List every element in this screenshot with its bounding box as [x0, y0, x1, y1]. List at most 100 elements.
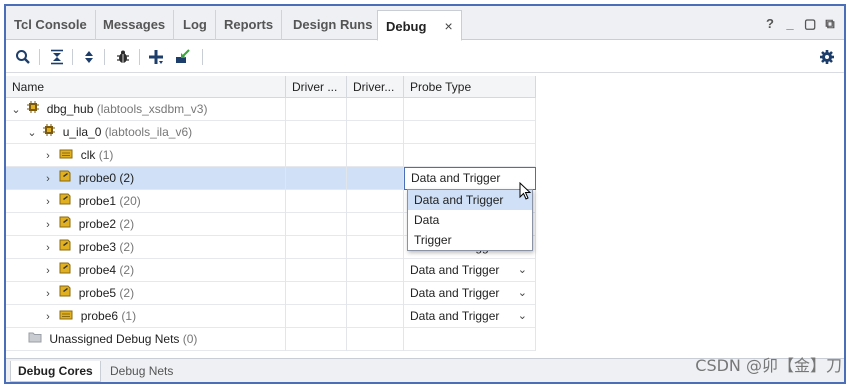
- probe-type-cell: [404, 98, 536, 121]
- expand-all-icon[interactable]: [78, 46, 100, 68]
- row-label: dbg_hub: [46, 102, 94, 116]
- row-label: probe0: [78, 171, 117, 185]
- row-detail: (2): [119, 217, 135, 231]
- debug-bug-icon[interactable]: [112, 46, 134, 68]
- tab-label: Design Runs: [293, 17, 373, 32]
- folder-icon: [28, 328, 42, 351]
- col-name[interactable]: Name: [6, 76, 286, 98]
- toolbar-separator: [104, 49, 105, 65]
- tab-tcl-console[interactable]: Tcl Console: [6, 10, 96, 40]
- table-row[interactable]: Unassigned Debug Nets (0): [6, 328, 536, 351]
- table-header: Name Driver ... Driver... Probe Type: [6, 76, 536, 98]
- tab-design-runs[interactable]: Design Runs: [285, 10, 382, 40]
- tab-messages[interactable]: Messages: [95, 10, 175, 40]
- tab-label: Reports: [224, 17, 274, 32]
- row-detail: (0): [182, 332, 198, 346]
- toolbar-separator: [139, 49, 140, 65]
- chevron-down-icon[interactable]: ⌄: [518, 282, 527, 305]
- toolbar: [6, 41, 844, 73]
- chevron-right-icon[interactable]: ›: [42, 306, 54, 328]
- table-row[interactable]: ⌄ dbg_hub (labtools_xsdbm_v3): [6, 98, 536, 121]
- float-icon[interactable]: ⧉: [824, 16, 836, 32]
- table-row[interactable]: ⌄ u_ila_0 (labtools_ila_v6): [6, 121, 536, 144]
- toolbar-separator: [72, 49, 73, 65]
- option-trigger[interactable]: Trigger: [408, 230, 532, 250]
- option-data-and-trigger[interactable]: Data and Trigger: [408, 190, 532, 210]
- probe-type-cell: [404, 328, 536, 351]
- row-label: probe1: [78, 194, 117, 208]
- chevron-down-icon[interactable]: ⌄: [10, 99, 22, 121]
- tab-label: Log: [183, 17, 207, 32]
- row-label: Unassigned Debug Nets: [49, 332, 180, 346]
- probe-icon: [59, 213, 71, 236]
- toolbar-separator: [39, 49, 40, 65]
- row-detail: (1): [98, 148, 114, 162]
- row-label: probe6: [80, 309, 119, 323]
- row-detail: (labtools_ila_v6): [104, 125, 193, 139]
- tab-debug[interactable]: Debug ×: [377, 10, 462, 41]
- tab-bar: Tcl Console Messages Log Reports Design …: [6, 6, 844, 41]
- add-icon[interactable]: [145, 46, 167, 68]
- probe-icon: [59, 190, 71, 213]
- chip-icon: [43, 121, 56, 144]
- probe-type-value: Data and Trigger: [410, 286, 500, 300]
- combobox-value: Data and Trigger: [411, 171, 501, 185]
- row-detail: (labtools_xsdbm_v3): [96, 102, 208, 116]
- tab-debug-cores[interactable]: Debug Cores: [10, 361, 101, 382]
- net-icon: [59, 144, 73, 167]
- chevron-down-icon[interactable]: ⌄: [26, 122, 38, 144]
- chevron-down-icon[interactable]: ⌄: [518, 305, 527, 328]
- row-detail: (2): [119, 286, 135, 300]
- table-row[interactable]: › probe5 (2) Data and Trigger ⌄: [6, 282, 536, 305]
- col-driver-2[interactable]: Driver...: [347, 76, 404, 98]
- row-detail: (2): [119, 171, 135, 185]
- row-detail: (2): [119, 240, 135, 254]
- tab-label: Debug: [386, 19, 427, 34]
- close-icon[interactable]: ×: [444, 18, 452, 34]
- tab-log[interactable]: Log: [175, 10, 216, 40]
- table-row[interactable]: › probe4 (2) Data and Trigger ⌄: [6, 259, 536, 282]
- probe-type-value: Data and Trigger: [410, 309, 500, 323]
- table-row[interactable]: › probe0 (2) Data and Trigger: [6, 167, 536, 190]
- tab-label: Messages: [103, 17, 166, 32]
- row-detail: (1): [121, 309, 137, 323]
- window-controls: ? _ ▢ ⧉: [764, 16, 836, 32]
- chip-icon: [27, 98, 40, 121]
- chevron-right-icon[interactable]: ›: [42, 145, 54, 167]
- probe-type-cell[interactable]: Data and Trigger ⌄: [404, 282, 536, 305]
- help-icon[interactable]: ?: [764, 16, 776, 32]
- chevron-down-icon[interactable]: ⌄: [518, 259, 527, 282]
- table-row[interactable]: › probe6 (1) Data and Trigger ⌄: [6, 305, 536, 328]
- probe-type-cell[interactable]: Data and Trigger ⌄: [404, 259, 536, 282]
- chevron-right-icon[interactable]: ›: [42, 283, 54, 305]
- table-row[interactable]: › clk (1): [6, 144, 536, 167]
- probe-icon: [59, 259, 71, 282]
- search-icon[interactable]: [12, 46, 34, 68]
- import-icon[interactable]: [172, 46, 194, 68]
- chevron-right-icon[interactable]: ›: [42, 168, 54, 190]
- chevron-right-icon[interactable]: ›: [42, 191, 54, 213]
- tab-label: Tcl Console: [14, 17, 87, 32]
- tab-reports[interactable]: Reports: [216, 10, 283, 40]
- probe-icon: [59, 236, 71, 259]
- row-label: clk: [80, 148, 96, 162]
- chevron-right-icon[interactable]: ›: [42, 260, 54, 282]
- settings-icon[interactable]: [816, 46, 838, 68]
- mouse-cursor-icon: [519, 181, 533, 205]
- col-probe-type[interactable]: Probe Type: [404, 76, 536, 98]
- chevron-right-icon[interactable]: ›: [42, 214, 54, 236]
- probe-type-cell[interactable]: Data and Trigger ⌄: [404, 305, 536, 328]
- restore-icon[interactable]: ▢: [804, 16, 816, 32]
- probe-type-combobox[interactable]: Data and Trigger: [404, 167, 536, 190]
- net-icon: [59, 305, 73, 328]
- minimize-icon[interactable]: _: [784, 16, 796, 32]
- collapse-all-icon[interactable]: [46, 46, 68, 68]
- row-label: probe2: [78, 217, 117, 231]
- probe-type-cell: [404, 121, 536, 144]
- col-driver-1[interactable]: Driver ...: [286, 76, 347, 98]
- option-data[interactable]: Data: [408, 210, 532, 230]
- probe-type-value: Data and Trigger: [410, 263, 500, 277]
- tab-debug-nets[interactable]: Debug Nets: [103, 361, 180, 382]
- chevron-right-icon[interactable]: ›: [42, 237, 54, 259]
- probe-type-cell: [404, 144, 536, 167]
